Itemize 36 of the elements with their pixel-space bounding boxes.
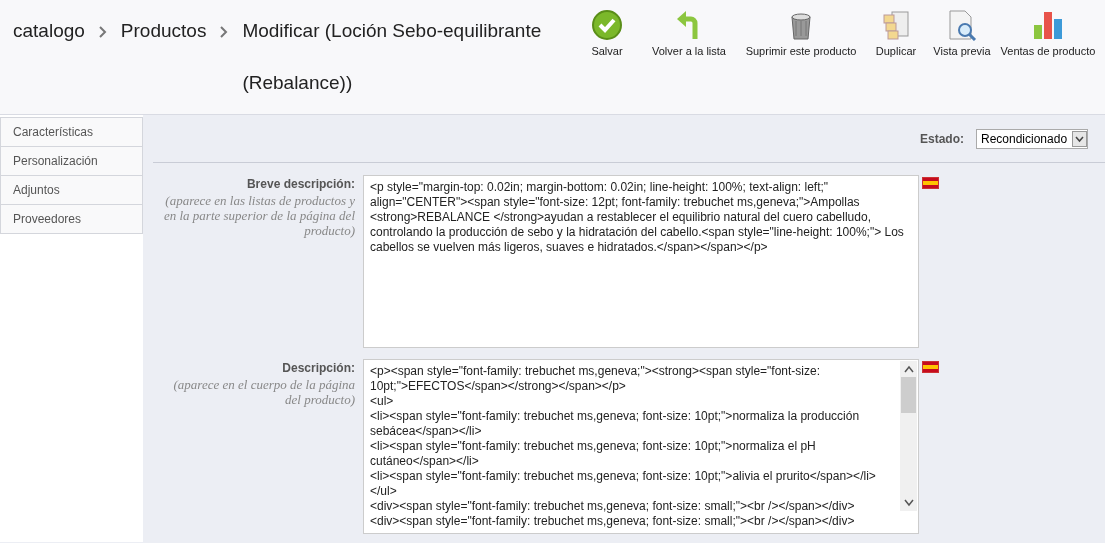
sidebar-item[interactable]: Características [0, 117, 143, 147]
sidebar-item[interactable]: Personalización [0, 146, 143, 176]
toolbar-button[interactable]: Vista previa [929, 9, 995, 60]
bar-chart-icon [1032, 9, 1064, 41]
documents-icon [880, 9, 912, 41]
sidebar-item[interactable]: Proveedores [0, 204, 143, 234]
breadcrumb-item[interactable]: catalogo [13, 20, 85, 41]
textarea-text: <p style="margin-top: 0.02in; margin-bottom: 0.02in; line-height: 100%; text-align: left;" align="CENTER"><span style="font-size: 12pt; font-family: trebuchet ms,geneva;">Ampollas <strong>REBALANCE </strong>ayudan a restablecer el equilibrio natural del cuero cabelludo, controlando la producción de sebo y la hidratación del cabello.<span style="line-height: 100%;"> Los cabellos se vuelven más ligeros, suaves e hidratados.</span></span></p> [369, 179, 905, 256]
textarea-text: <p><span style="font-family: trebuchet ms,geneva;"><strong><span style="font-size: 10pt;">EFECTOS</span></strong></span></p> <ul> <li><span style="font-family: trebuchet ms,geneva; font-size: 10pt;">normaliza la producción sebácea</span></li> <li><span style="font-family: trebuchet ms,geneva; font-size: 10pt;">normaliza el pH cutáneo</span></li> <li><span style="font-family: trebuchet ms,geneva; font-size: 10pt;">alivia el prurito</span></li> </ul> <div><span style="font-family: trebuchet ms,geneva; font-size: small;"><br /></span></div> <div><span style="font-family: trebuchet ms,geneva; font-size: small;"><br /></span></div> [369, 363, 877, 530]
scrollbar-thumb[interactable] [901, 377, 916, 413]
spain-flag-icon [922, 361, 939, 373]
toolbar-button[interactable]: Salvar [575, 9, 639, 60]
scroll-up-icon [903, 365, 914, 373]
caret-icon [1072, 130, 1087, 147]
textarea-field[interactable] [363, 175, 919, 348]
breadcrumb-item: Modificar (Loción Sebo-equilibrante (Rebalance)) [242, 19, 543, 95]
breadcrumb-item[interactable]: Productos [120, 20, 207, 41]
toolbar-button[interactable]: Suprimir este producto [739, 9, 863, 60]
preview-icon [946, 9, 978, 41]
estado-select[interactable]: Recondicionado [976, 128, 1088, 149]
toolbar-button[interactable]: Ventas de producto [995, 9, 1101, 60]
field-note: (aparece en el cuerpo de la página del producto) [172, 377, 355, 407]
toolbar-button[interactable]: Volver a la lista [639, 9, 739, 60]
field-note: (aparece en las listas de productos y en la parte superior de la página del producto) [163, 193, 355, 238]
chevron-icon [98, 26, 107, 38]
field-label: Breve descripción: [246, 176, 355, 193]
scrollbar[interactable] [900, 361, 917, 511]
estado-label: Estado: [920, 130, 964, 148]
toolbar-button[interactable]: Duplicar [863, 9, 929, 60]
field-label: Descripción: [282, 360, 355, 377]
check-icon [591, 9, 623, 41]
select-value: Recondicionado [980, 130, 1069, 148]
spain-flag-icon [922, 177, 939, 189]
sidebar-item[interactable]: Adjuntos [0, 175, 143, 205]
chevron-icon [220, 26, 229, 38]
scroll-down-icon [903, 499, 914, 507]
